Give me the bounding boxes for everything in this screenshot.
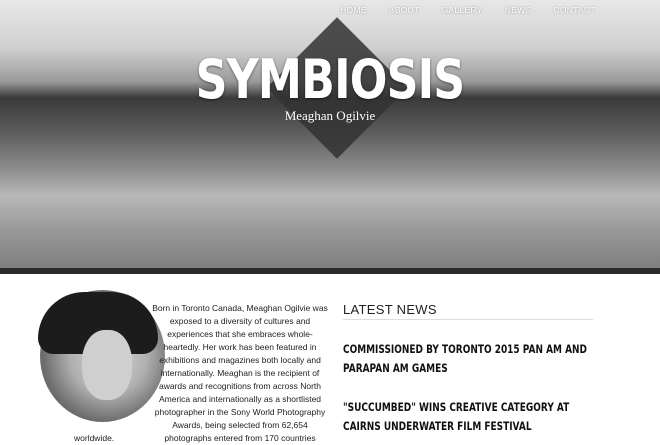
latest-news-heading: LATEST NEWS [343, 302, 437, 317]
nav-about[interactable]: ABOUT [389, 5, 420, 15]
site-title: SYMBIOSIS [195, 48, 466, 111]
portrait-face [82, 330, 132, 400]
bio-text: Born in Toronto Canada, Meaghan Ogilvie … [152, 303, 328, 443]
bio-text-tail: worldwide. [74, 433, 115, 443]
hero-banner: SYMBIOSIS Meaghan Ogilvie HOME ABOUT GAL… [0, 0, 660, 272]
top-nav: HOME ABOUT GALLERY NEWS CONTACT [318, 5, 596, 15]
news-item-2[interactable]: "Succumbed" wins Creative Category at Ca… [343, 398, 608, 436]
news-item-1[interactable]: Commissioned by Toronto 2015 Pan Am and … [343, 340, 608, 378]
nav-home[interactable]: HOME [340, 5, 367, 15]
news-divider [343, 319, 593, 320]
nav-contact[interactable]: CONTACT [553, 5, 596, 15]
hero-divider [0, 268, 660, 274]
nav-news[interactable]: NEWS [505, 5, 532, 15]
site-subtitle: Meaghan Ogilvie [284, 108, 376, 123]
nav-gallery[interactable]: GALLERY [442, 5, 483, 15]
